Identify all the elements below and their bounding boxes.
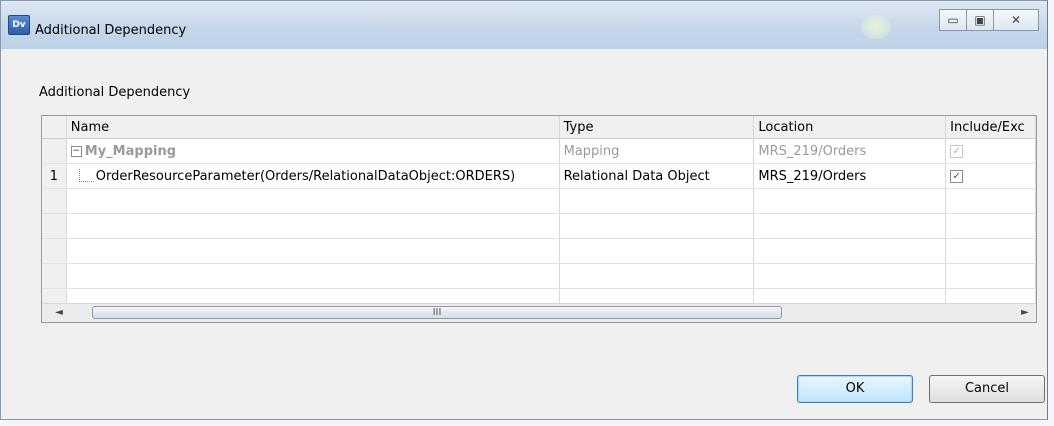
empty-row: [42, 188, 1036, 214]
dialog-window: Dv Additional Dependency ▭ ▣ ✕ Additiona…: [0, 0, 1048, 420]
empty-row: [42, 263, 1036, 289]
tree-connector-icon: [78, 168, 94, 182]
name-cell: OrderResourceParameter(Orders/Relational…: [66, 163, 560, 189]
column-header-name[interactable]: Name: [66, 116, 560, 139]
type-cell: Mapping: [559, 138, 755, 164]
column-header-include[interactable]: Include/Exc: [945, 116, 1036, 139]
name-cell: − My_Mapping: [66, 138, 560, 164]
collapse-icon[interactable]: −: [70, 145, 82, 157]
header-row: Name Type Location Include/Exc: [42, 116, 1036, 139]
scroll-thumb[interactable]: III: [92, 306, 782, 319]
row-number: [42, 138, 67, 164]
title-bar[interactable]: Dv Additional Dependency ▭ ▣ ✕: [1, 1, 1047, 49]
scroll-right-icon[interactable]: ►: [1016, 304, 1034, 322]
corner-cell: [42, 116, 67, 139]
type-cell: Relational Data Object: [559, 163, 755, 189]
include-cell: ✓: [945, 163, 1036, 189]
column-header-type[interactable]: Type: [559, 116, 755, 139]
maximize-button[interactable]: ▣: [966, 9, 994, 31]
window-title: Additional Dependency: [35, 23, 187, 38]
include-checkbox[interactable]: ✓: [950, 169, 964, 183]
location-cell: MRS_219/Orders: [753, 163, 947, 189]
minimize-button[interactable]: ▭: [939, 9, 967, 31]
horizontal-scrollbar[interactable]: ◄ III ►: [42, 303, 1036, 322]
row-number: 1: [42, 163, 67, 189]
include-cell: ✓: [945, 138, 1036, 164]
section-label: Additional Dependency: [39, 85, 191, 100]
table-row[interactable]: − My_Mapping Mapping MRS_219/Orders ✓: [42, 138, 1036, 164]
cancel-button[interactable]: Cancel: [929, 375, 1045, 403]
window-controls: ▭ ▣ ✕: [939, 9, 1039, 31]
dependency-table: Name Type Location Include/Exc − My_Mappi…: [42, 116, 1036, 314]
location-cell: MRS_219/Orders: [753, 138, 947, 164]
column-header-location[interactable]: Location: [753, 116, 947, 139]
title-decoration: [861, 15, 891, 39]
scroll-left-icon[interactable]: ◄: [50, 304, 68, 322]
dependency-name: OrderResourceParameter(Orders/Relational…: [95, 168, 516, 184]
dependency-grid[interactable]: Name Type Location Include/Exc − My_Mappi…: [41, 115, 1037, 323]
empty-row: [42, 213, 1036, 239]
close-button[interactable]: ✕: [993, 9, 1039, 31]
include-checkbox: ✓: [950, 144, 964, 158]
ok-button[interactable]: OK: [797, 375, 913, 403]
mapping-name: My_Mapping: [84, 143, 177, 159]
empty-row: [42, 238, 1036, 264]
table-row[interactable]: 1 OrderResourceParameter(Orders/Relation…: [42, 163, 1036, 189]
app-icon: Dv: [8, 15, 30, 35]
